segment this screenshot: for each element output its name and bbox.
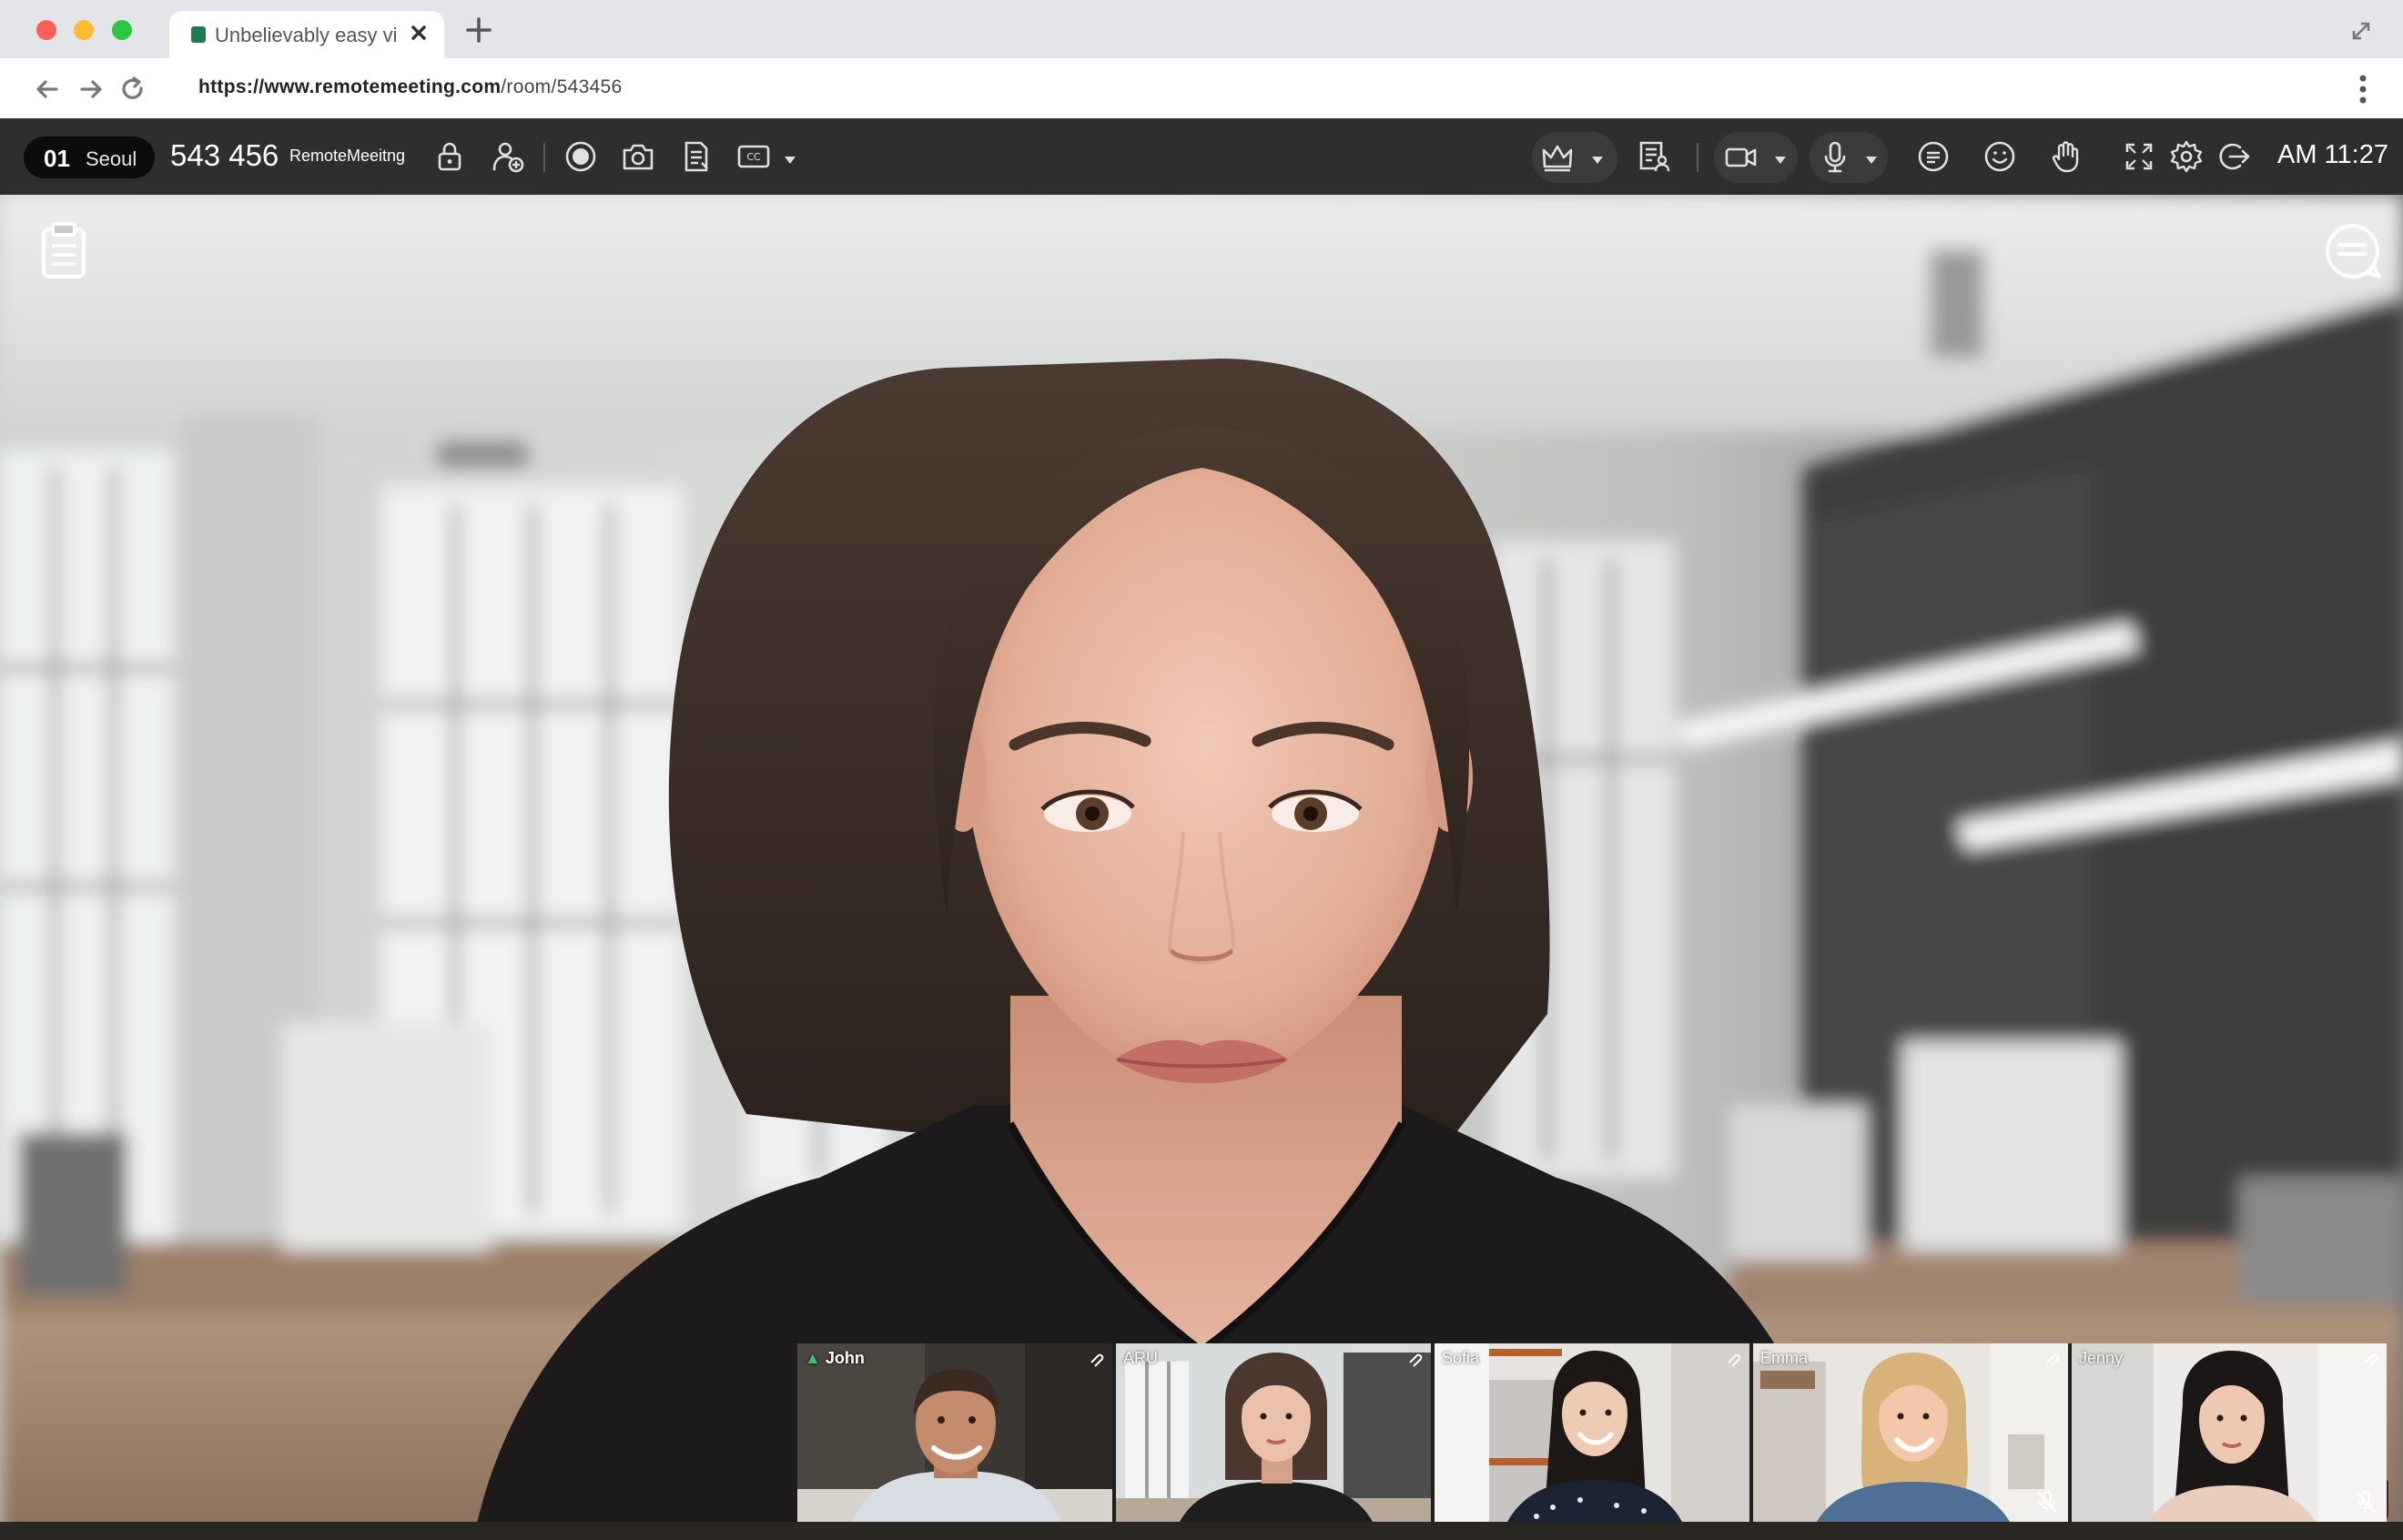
- participant-name: Jenny: [2079, 1349, 2124, 1367]
- raise-hand-icon[interactable]: [2048, 138, 2084, 175]
- participant-name: John: [825, 1349, 865, 1367]
- back-arrow-icon[interactable]: [33, 75, 62, 104]
- site-favicon-icon: [191, 26, 206, 43]
- minimize-window-button[interactable]: [74, 20, 94, 40]
- participant-strip: ▲ John ARU Sofia Emma Jenny: [797, 1343, 2387, 1522]
- notepad-icon[interactable]: [36, 220, 91, 280]
- brand-label: RemoteMeeitng: [289, 147, 406, 165]
- bottom-border: [0, 1522, 2403, 1540]
- participant-tile[interactable]: Emma: [1753, 1343, 2068, 1522]
- tab-title: Unbelievably easy vi...: [215, 24, 397, 46]
- audio-control-group[interactable]: [1810, 132, 1888, 183]
- url-host: https://www.remotemeeting.com: [198, 76, 502, 97]
- participant-tile[interactable]: ARU: [1116, 1343, 1431, 1522]
- expand-icon[interactable]: [2348, 18, 2374, 44]
- url-path: /room/543456: [501, 76, 623, 97]
- host-indicator-icon: ▲: [805, 1349, 821, 1367]
- participant-video: [1116, 1343, 1431, 1522]
- microphone-muted-icon: [2354, 1489, 2378, 1515]
- chat-icon[interactable]: [1915, 138, 1952, 175]
- closed-caption-icon[interactable]: CC: [735, 138, 772, 175]
- participant-tile[interactable]: Jenny: [2072, 1343, 2387, 1522]
- svg-text:CC: CC: [746, 151, 761, 163]
- speaker-video-image: [0, 195, 2403, 1540]
- chevron-down-icon[interactable]: [1592, 153, 1603, 164]
- microphone-icon[interactable]: [1817, 139, 1853, 176]
- participant-tile[interactable]: Sofia: [1435, 1343, 1749, 1522]
- add-user-icon[interactable]: [490, 138, 526, 175]
- browser-tab[interactable]: Unbelievably easy vi...: [169, 11, 444, 60]
- participant-name: Sofia: [1442, 1349, 1480, 1367]
- meeting-toolbar: 01 Seoul 543 456 RemoteMeeitng CC AM 11:…: [0, 118, 2403, 195]
- chevron-down-icon[interactable]: [1866, 153, 1877, 164]
- participant-video: [1435, 1343, 1749, 1522]
- microphone-muted-icon: [2035, 1489, 2059, 1515]
- main-video-feed: [0, 195, 2403, 1540]
- chevron-down-icon[interactable]: [1775, 153, 1786, 164]
- maximize-window-button[interactable]: [112, 20, 132, 40]
- reload-icon[interactable]: [118, 75, 147, 104]
- clock: AM 11:27: [2277, 140, 2388, 169]
- lock-icon[interactable]: [431, 138, 468, 175]
- emoji-icon[interactable]: [1982, 138, 2018, 175]
- chevron-down-icon[interactable]: [785, 153, 796, 164]
- crown-icon[interactable]: [1539, 139, 1576, 176]
- location-city: Seoul: [86, 147, 137, 170]
- pin-icon[interactable]: [1087, 1349, 1105, 1367]
- camera-snapshot-icon[interactable]: [620, 138, 656, 175]
- pin-icon[interactable]: [2361, 1349, 2379, 1367]
- settings-icon[interactable]: [2168, 138, 2205, 175]
- room-id: 543 456: [170, 138, 279, 172]
- presenter-list-icon[interactable]: [1636, 138, 1672, 175]
- pin-icon[interactable]: [2043, 1349, 2061, 1367]
- document-icon[interactable]: [678, 138, 715, 175]
- record-icon[interactable]: [563, 138, 599, 175]
- participant-name: Emma: [1760, 1349, 1809, 1367]
- browser-tab-strip: Unbelievably easy vi...: [0, 0, 2403, 60]
- host-control-group[interactable]: [1532, 132, 1617, 183]
- participant-name: ARU: [1123, 1349, 1159, 1367]
- url-field[interactable]: https://www.remotemeeting.com/room/54345…: [198, 76, 623, 98]
- chat-bubble-icon[interactable]: [2321, 220, 2383, 282]
- pin-icon[interactable]: [1405, 1349, 1424, 1367]
- pin-icon[interactable]: [1724, 1349, 1742, 1367]
- browser-menu-icon[interactable]: [2350, 71, 2376, 107]
- video-camera-icon[interactable]: [1723, 139, 1759, 176]
- forward-arrow-icon[interactable]: [76, 75, 106, 104]
- video-control-group[interactable]: [1714, 132, 1798, 183]
- participant-tile[interactable]: ▲ John: [797, 1343, 1112, 1522]
- address-bar: https://www.remotemeeting.com/room/54345…: [0, 58, 2403, 118]
- close-window-button[interactable]: [36, 20, 56, 40]
- participant-name-label: ▲ John: [805, 1349, 865, 1368]
- close-tab-icon[interactable]: [406, 20, 431, 46]
- toolbar-divider: [543, 143, 545, 172]
- participant-video: [797, 1343, 1112, 1522]
- toolbar-divider: [1697, 143, 1698, 172]
- participant-video: [2072, 1343, 2387, 1522]
- fullscreen-icon[interactable]: [2121, 138, 2157, 175]
- location-badge: 01 Seoul: [24, 137, 155, 178]
- exit-icon[interactable]: [2215, 138, 2252, 175]
- new-tab-icon[interactable]: [464, 15, 493, 45]
- location-number: 01: [44, 145, 70, 172]
- participant-video: [1753, 1343, 2068, 1522]
